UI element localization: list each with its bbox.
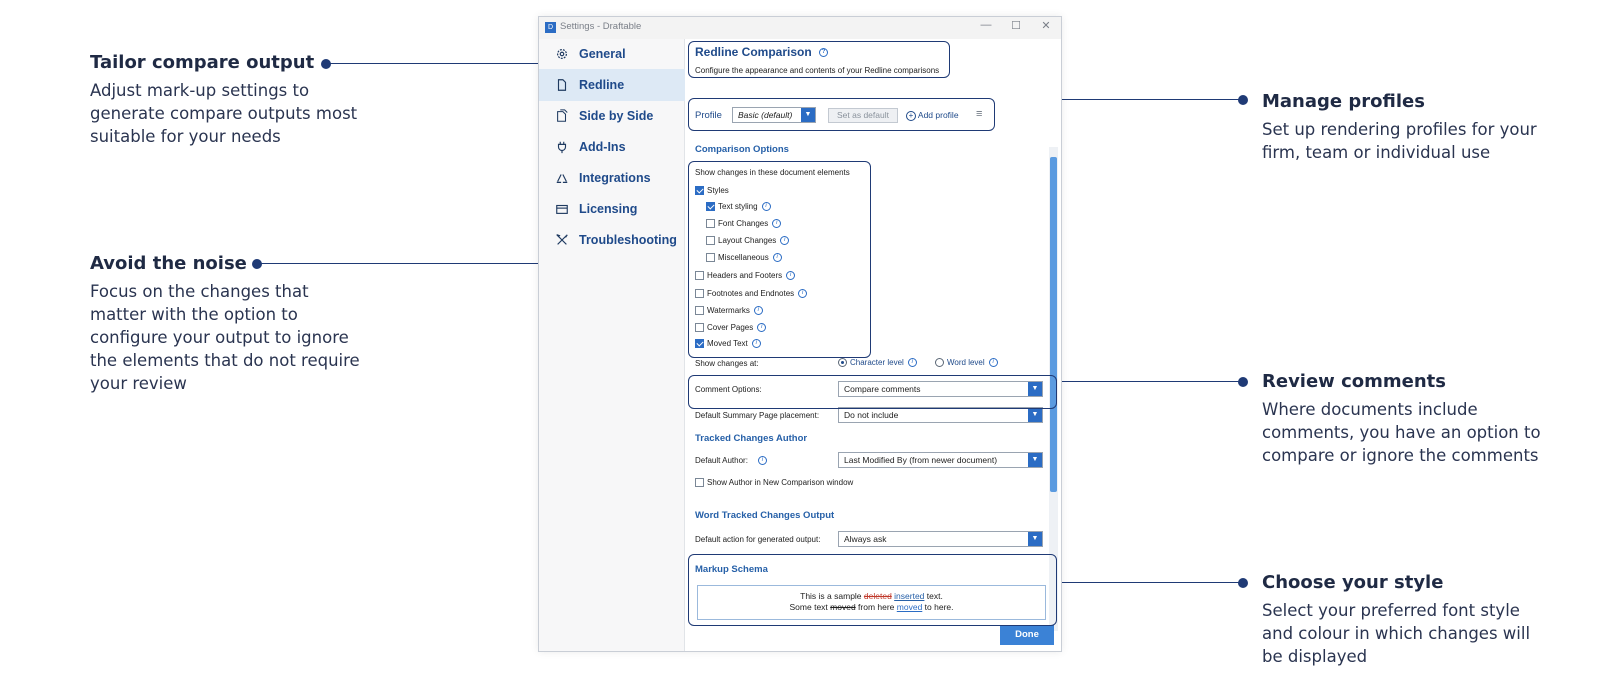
sidebar-item-side-by-side[interactable]: Side by Side [539,101,685,131]
leader-dot [1238,578,1248,588]
chevron-down-icon: ▼ [1028,453,1042,467]
select-value: Always ask [844,534,887,544]
document-icon [557,79,567,91]
card-icon [556,204,568,214]
minimize-button[interactable]: — [975,19,997,31]
redline-settings-panel: Redline Comparison ? Configure the appea… [686,39,1061,651]
show-changes-at-label: Show changes at: [695,359,759,368]
sidebar-item-label: Redline [579,78,625,92]
callout-tailor: Tailor compare output Adjust mark-up set… [90,51,380,148]
info-icon[interactable]: i [907,358,917,368]
callout-profiles: Manage profiles Set up rendering profile… [1262,90,1542,164]
plug-icon [557,141,567,154]
integrations-icon [556,174,568,183]
sidebar-item-integrations[interactable]: Integrations [539,163,685,193]
sidebar-item-add-ins[interactable]: Add-Ins [539,132,685,162]
sidebar-item-redline[interactable]: Redline [539,69,685,101]
select-value: Do not include [844,410,899,420]
leader-line [1057,381,1241,382]
callout-body: Where documents include comments, you ha… [1262,400,1541,465]
leader-dot [321,59,331,69]
settings-window: D Settings - Draftable — ☐ ✕ General Red… [538,16,1062,652]
character-level-radio[interactable]: Character level i [838,358,917,368]
draftable-logo-icon: D [545,22,556,33]
sidebar-item-label: Integrations [579,171,651,185]
checkbox-label: Show Author in New Comparison window [707,478,854,487]
chevron-down-icon: ▼ [1028,408,1042,422]
highlight-title-box [688,41,950,78]
gear-icon [557,49,567,59]
done-button[interactable]: Done [1000,625,1054,645]
callout-body: Select your preferred font style and col… [1262,601,1531,666]
callout-noise: Avoid the noise Focus on the changes tha… [90,252,360,395]
default-action-label: Default action for generated output: [695,535,821,544]
sidebar-item-label: Add-Ins [579,140,626,154]
callout-body: Set up rendering profiles for your firm,… [1262,120,1537,162]
radio-selected-icon [838,358,847,368]
maximize-button[interactable]: ☐ [1005,19,1027,32]
summary-placement-select[interactable]: Do not include ▼ [838,407,1043,423]
callout-style: Choose your style Select your preferred … [1262,571,1552,668]
summary-placement-label: Default Summary Page placement: [695,411,820,420]
radio-label: Character level [850,358,904,367]
sidebar-item-general[interactable]: General [539,39,685,69]
comparison-options-heading: Comparison Options [695,144,789,155]
sidebar-item-label: Side by Side [579,109,654,123]
highlight-elements-box [688,161,871,358]
highlight-comments-box [688,375,1057,409]
callout-body: Focus on the changes that matter with th… [90,282,360,393]
chevron-down-icon: ▼ [1028,532,1042,546]
title-bar: D Settings - Draftable — ☐ ✕ [539,17,1061,39]
callout-title: Review comments [1262,371,1446,392]
callout-comments: Review comments Where documents include … [1262,370,1542,467]
word-tracked-heading: Word Tracked Changes Output [695,510,835,521]
callout-title: Manage profiles [1262,91,1425,112]
tracked-author-heading: Tracked Changes Author [695,433,808,444]
callout-title: Avoid the noise [90,253,247,274]
settings-sidebar: General Redline Side by Side Add-Ins Int… [539,39,685,651]
sidebar-item-licensing[interactable]: Licensing [539,194,685,224]
sidebar-item-label: Troubleshooting [579,233,677,247]
radio-label: Word level [947,358,985,367]
leader-dot [1238,377,1248,387]
default-action-select[interactable]: Always ask ▼ [838,531,1043,547]
sidebar-item-troubleshooting[interactable]: Troubleshooting [539,225,685,255]
documents-icon [557,109,568,122]
close-button[interactable]: ✕ [1035,19,1057,32]
radio-icon [935,358,944,368]
tools-icon [556,234,568,245]
show-author-checkbox[interactable]: Show Author in New Comparison window [695,478,854,488]
window-title: Settings - Draftable [560,21,642,32]
default-author-select[interactable]: Last Modified By (from newer document) ▼ [838,452,1043,468]
leader-line [1057,582,1241,583]
callout-title: Choose your style [1262,572,1444,593]
scrollbar-thumb[interactable] [1050,157,1057,492]
select-value: Last Modified By (from newer document) [844,455,998,465]
sidebar-item-label: General [579,47,626,61]
callout-body: Adjust mark-up settings to generate comp… [90,81,358,146]
default-author-label: Default Author: i [695,456,767,466]
checkbox-icon [695,478,704,488]
sidebar-item-label: Licensing [579,202,638,216]
highlight-profile-box [688,98,995,131]
info-icon[interactable]: i [757,456,767,466]
word-level-radio[interactable]: Word level i [935,358,998,368]
leader-dot [1238,95,1248,105]
highlight-schema-box [688,554,1057,626]
leader-dot [252,259,262,269]
info-icon[interactable]: i [988,358,998,368]
field-label: Default Author: [695,456,748,465]
